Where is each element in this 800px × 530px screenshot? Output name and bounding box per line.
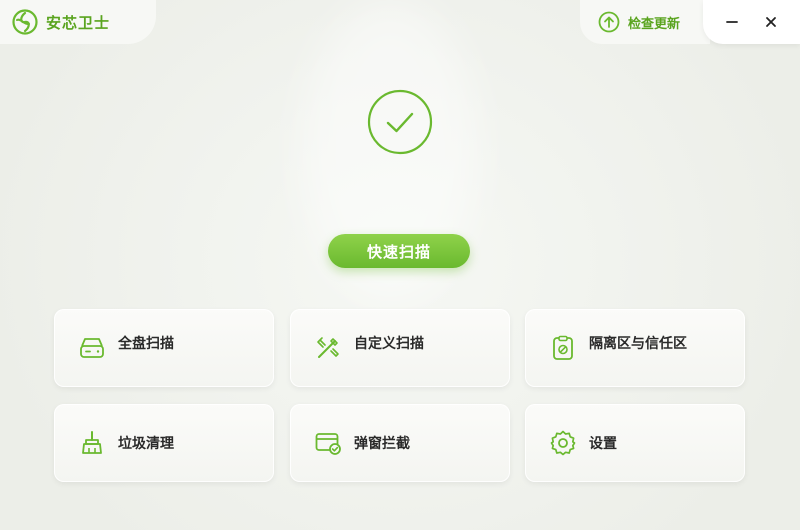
custom-scan-label: 自定义扫描 <box>354 336 424 352</box>
app-logo-icon <box>12 9 38 35</box>
full-scan-label: 全盘扫描 <box>118 336 174 352</box>
close-icon <box>765 17 776 27</box>
disk-icon <box>80 338 104 358</box>
custom-scan-card[interactable]: 自定义扫描 <box>290 309 510 387</box>
clipboard-block-icon <box>553 335 573 360</box>
minimize-icon <box>726 21 739 23</box>
window-controls <box>703 0 800 44</box>
settings-card[interactable]: 设置 <box>525 404 745 482</box>
app-window: 安芯卫士 检查更新 快速扫描 全盘扫描 自定义扫描 隔离区与信任区 垃圾清理 弹… <box>0 0 800 530</box>
broom-icon <box>82 431 102 454</box>
quarantine-trust-card[interactable]: 隔离区与信任区 <box>525 309 745 387</box>
quarantine-trust-label: 隔离区与信任区 <box>589 336 687 352</box>
full-scan-card[interactable]: 全盘扫描 <box>54 309 274 387</box>
app-brand: 安芯卫士 <box>0 0 156 44</box>
popup-block-card[interactable]: 弹窗拦截 <box>290 404 510 482</box>
check-update-button[interactable]: 检查更新 <box>580 0 710 44</box>
popup-block-label: 弹窗拦截 <box>354 436 410 452</box>
upload-arrow-icon <box>598 11 620 33</box>
gear-icon <box>550 430 576 456</box>
quick-scan-button[interactable]: 快速扫描 <box>328 234 470 268</box>
minimize-button[interactable] <box>719 9 745 35</box>
close-button[interactable] <box>758 9 784 35</box>
app-title: 安芯卫士 <box>46 13 111 32</box>
junk-cleanup-card[interactable]: 垃圾清理 <box>54 404 274 482</box>
check-update-label: 检查更新 <box>628 16 681 32</box>
popup-block-icon <box>315 433 341 455</box>
junk-cleanup-label: 垃圾清理 <box>118 436 174 452</box>
tools-icon <box>317 337 339 358</box>
protection-status-check-icon <box>367 89 433 155</box>
settings-label: 设置 <box>589 436 617 452</box>
